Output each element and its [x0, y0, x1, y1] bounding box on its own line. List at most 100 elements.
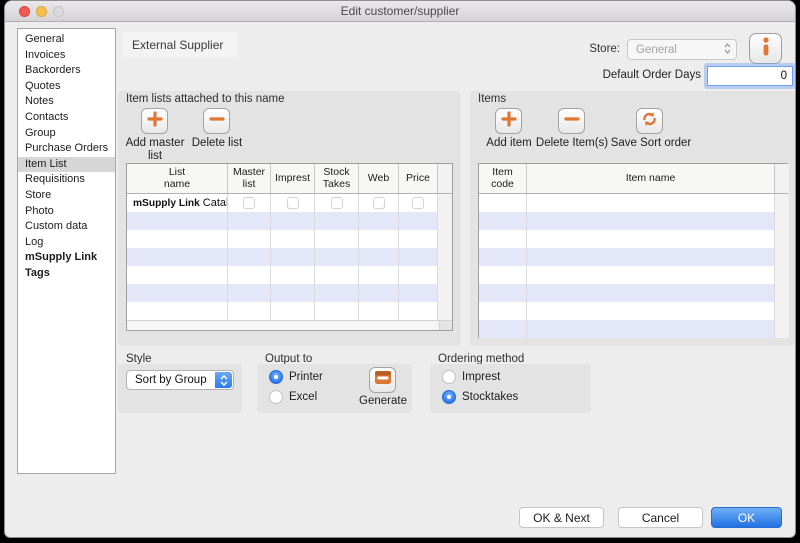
delete-items-button[interactable]: [558, 108, 585, 134]
edit-customer-supplier-window: Edit customer/supplier General Invoices …: [4, 0, 796, 538]
minus-icon: [209, 111, 225, 132]
col-list-name[interactable]: List name: [127, 164, 228, 193]
table-row[interactable]: [479, 248, 787, 266]
items-table-header: Item code Item name: [479, 164, 787, 194]
web-checkbox[interactable]: [373, 197, 385, 209]
horizontal-scrollbar[interactable]: [127, 320, 452, 330]
scrollbar-header-spacer: [438, 164, 452, 193]
plus-icon: [147, 111, 163, 132]
col-price[interactable]: Price: [399, 164, 438, 193]
default-order-days-label: Default Order Days: [545, 69, 701, 81]
info-icon: [762, 37, 770, 61]
imprest-radio[interactable]: [442, 370, 456, 384]
sidebar-item-contacts[interactable]: Contacts: [18, 110, 115, 126]
master-list-checkbox[interactable]: [243, 197, 255, 209]
table-row[interactable]: [479, 284, 787, 302]
ok-button[interactable]: OK: [711, 507, 782, 528]
col-master-list[interactable]: Master list: [228, 164, 271, 193]
vertical-scrollbar[interactable]: [775, 194, 789, 212]
col-stock-takes[interactable]: Stock Takes: [315, 164, 359, 193]
table-row[interactable]: [479, 320, 787, 338]
table-row[interactable]: [479, 212, 787, 230]
default-order-days-input[interactable]: [707, 66, 793, 86]
supplier-type-label: External Supplier: [123, 32, 237, 58]
chevron-up-down-icon: [215, 372, 232, 388]
stock-takes-checkbox[interactable]: [331, 197, 343, 209]
info-button[interactable]: [749, 33, 782, 64]
item-lists-table-body: mSupply LinkCatalog: [127, 194, 452, 320]
sidebar-item-requisitions[interactable]: Requisitions: [18, 172, 115, 188]
save-sort-order-label: Save Sort order: [605, 137, 697, 150]
items-table: Item code Item name: [478, 163, 788, 338]
sidebar-item-log[interactable]: Log: [18, 235, 115, 251]
minus-icon: [564, 111, 580, 132]
stocktakes-radio-row[interactable]: Stocktakes: [442, 390, 518, 404]
printer-icon: [374, 370, 392, 390]
list-name-bold: mSupply Link: [133, 198, 200, 209]
sidebar-item-notes[interactable]: Notes: [18, 94, 115, 110]
excel-radio[interactable]: [269, 390, 283, 404]
col-item-name[interactable]: Item name: [527, 164, 775, 193]
store-dropdown[interactable]: General: [627, 39, 737, 60]
add-item-label: Add item: [479, 137, 539, 150]
items-table-body: [479, 194, 787, 338]
imprest-checkbox[interactable]: [287, 197, 299, 209]
ok-next-button[interactable]: OK & Next: [519, 507, 604, 528]
col-imprest[interactable]: Imprest: [271, 164, 315, 193]
stocktakes-radio-label: Stocktakes: [462, 391, 518, 403]
cancel-button[interactable]: Cancel: [618, 507, 703, 528]
sidebar-item-purchase-orders[interactable]: Purchase Orders: [18, 141, 115, 157]
delete-list-button[interactable]: [203, 108, 230, 134]
table-row[interactable]: [479, 302, 787, 320]
price-checkbox[interactable]: [412, 197, 424, 209]
printer-radio-row[interactable]: Printer: [269, 370, 323, 384]
items-section-label: Items: [478, 93, 506, 105]
sidebar: General Invoices Backorders Quotes Notes…: [17, 28, 116, 474]
stocktakes-radio[interactable]: [442, 390, 456, 404]
sidebar-item-item-list[interactable]: Item List: [18, 157, 115, 173]
store-label: Store:: [565, 43, 620, 55]
generate-button[interactable]: [369, 367, 396, 393]
plus-icon: [501, 111, 517, 132]
sidebar-item-quotes[interactable]: Quotes: [18, 79, 115, 95]
sidebar-item-backorders[interactable]: Backorders: [18, 63, 115, 79]
sidebar-item-group[interactable]: Group: [18, 126, 115, 142]
sidebar-item-invoices[interactable]: Invoices: [18, 48, 115, 64]
excel-radio-row[interactable]: Excel: [269, 390, 317, 404]
add-master-list-button[interactable]: [141, 108, 168, 134]
table-row[interactable]: [479, 194, 787, 212]
sidebar-item-msupply-link[interactable]: mSupply Link: [18, 250, 115, 266]
table-row[interactable]: [127, 230, 452, 248]
list-name-rest: Catalog: [203, 197, 228, 209]
table-row[interactable]: mSupply LinkCatalog: [127, 194, 452, 212]
table-row[interactable]: [127, 248, 452, 266]
generate-label: Generate: [353, 395, 413, 408]
store-dropdown-value: General: [636, 44, 677, 56]
col-item-code[interactable]: Item code: [479, 164, 527, 193]
table-row[interactable]: [479, 230, 787, 248]
imprest-radio-row[interactable]: Imprest: [442, 370, 500, 384]
table-row[interactable]: [479, 266, 787, 284]
sidebar-item-store[interactable]: Store: [18, 188, 115, 204]
sidebar-item-tags[interactable]: Tags: [18, 266, 115, 282]
chevron-up-down-icon: [724, 43, 731, 54]
vertical-scrollbar[interactable]: [438, 194, 452, 212]
delete-list-label: Delete list: [185, 137, 249, 150]
printer-radio-label: Printer: [289, 371, 323, 383]
sidebar-item-general[interactable]: General: [18, 32, 115, 48]
save-sort-order-button[interactable]: [636, 108, 663, 134]
printer-radio[interactable]: [269, 370, 283, 384]
ok-label: OK: [738, 511, 755, 525]
sidebar-item-custom-data[interactable]: Custom data: [18, 219, 115, 235]
table-row[interactable]: [127, 212, 452, 230]
add-item-button[interactable]: [495, 108, 522, 134]
sidebar-item-photo[interactable]: Photo: [18, 204, 115, 220]
scrollbar-header-spacer: [775, 164, 789, 193]
table-row[interactable]: [127, 302, 452, 320]
table-row[interactable]: [127, 284, 452, 302]
table-row[interactable]: [127, 266, 452, 284]
sort-style-value: Sort by Group: [135, 374, 207, 386]
add-master-list-label: Add master list: [117, 137, 193, 163]
sort-style-dropdown[interactable]: Sort by Group: [126, 370, 234, 390]
col-web[interactable]: Web: [359, 164, 399, 193]
